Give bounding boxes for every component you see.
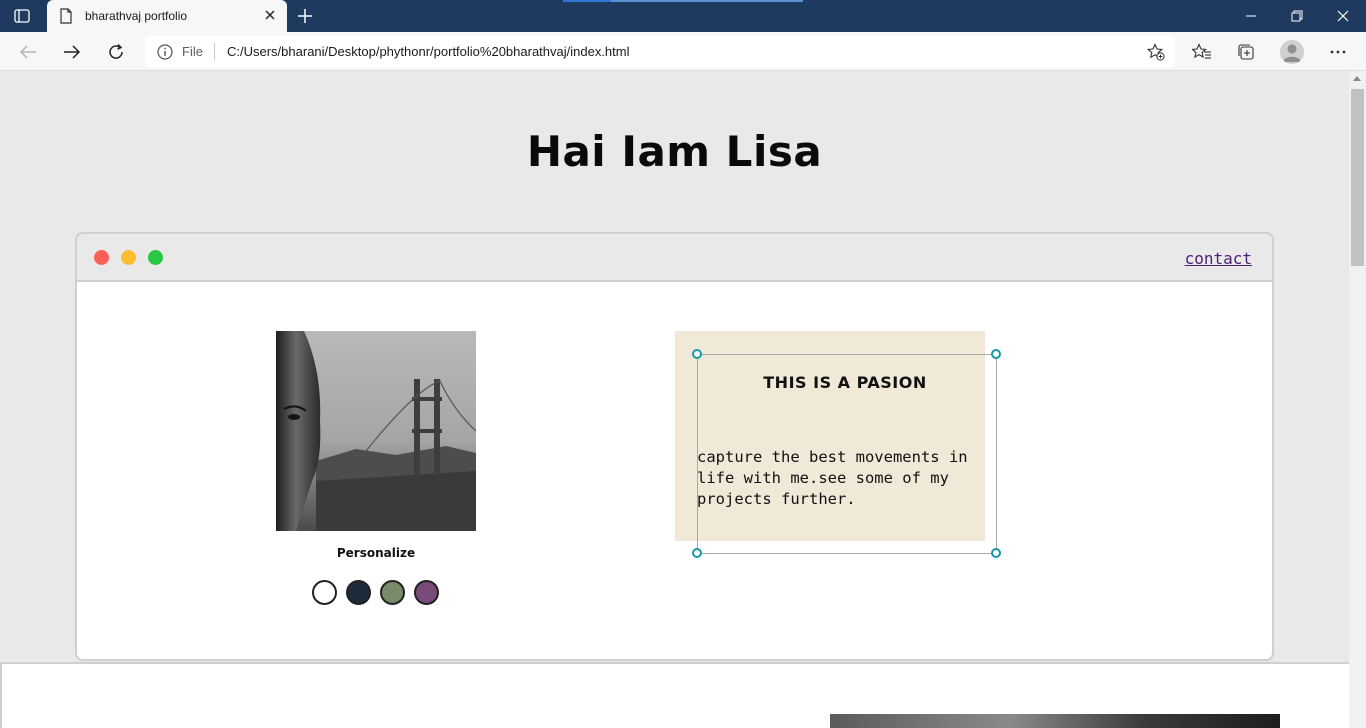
settings-more-button[interactable] (1326, 40, 1350, 64)
minimize-button[interactable] (1228, 0, 1274, 32)
green-dot-icon (148, 250, 163, 265)
user-icon (1283, 44, 1301, 62)
portrait-image (276, 331, 476, 531)
scroll-up-arrow-icon[interactable] (1353, 76, 1361, 81)
resize-handle-top-left[interactable] (692, 349, 702, 359)
address-divider (214, 43, 215, 60)
tab-actions-menu-button[interactable] (12, 7, 32, 25)
url-text[interactable]: C:/Users/bharani/Desktop/phythonr/portfo… (227, 44, 630, 59)
resize-handle-bottom-left[interactable] (692, 548, 702, 558)
window-header-bar: contact (77, 234, 1272, 282)
tab-actions-icon (14, 9, 30, 23)
swatch-plum[interactable] (414, 580, 439, 605)
tab-close-icon[interactable] (263, 8, 277, 22)
page-icon (60, 8, 72, 24)
forward-arrow-icon (64, 45, 81, 59)
browser-titlebar: bharathvaj portfolio (0, 0, 1366, 32)
color-swatch-group (312, 580, 442, 606)
intro-title: THIS IS A PASION (763, 373, 927, 392)
close-window-button[interactable] (1320, 0, 1366, 32)
personalize-label: Personalize (336, 546, 416, 560)
red-dot-icon (94, 250, 109, 265)
forward-button[interactable] (59, 39, 85, 65)
contact-link[interactable]: contact (1185, 249, 1252, 268)
close-icon (1337, 10, 1349, 22)
collections-button[interactable] (1234, 40, 1258, 64)
swatch-white[interactable] (312, 580, 337, 605)
restore-icon (1291, 10, 1303, 22)
intro-text: capture the best movements in life with … (697, 448, 968, 508)
browser-tab-active[interactable]: bharathvaj portfolio (47, 0, 287, 32)
tab-title: bharathvaj portfolio (85, 9, 188, 23)
swatch-sage[interactable] (380, 580, 405, 605)
back-arrow-icon (19, 45, 36, 59)
page-loading-indicator-head (563, 0, 611, 2)
refresh-button[interactable] (103, 39, 129, 65)
collections-icon (1238, 44, 1254, 60)
resize-handle-top-right[interactable] (991, 349, 1001, 359)
new-tab-icon[interactable] (295, 6, 315, 26)
add-favorite-star-icon[interactable] (1147, 43, 1165, 61)
favorites-button[interactable] (1190, 40, 1214, 64)
portfolio-window-card: contact Personalize THIS IS A PASION cap… (75, 232, 1274, 661)
profile-photo (276, 331, 476, 531)
site-scheme-label: File (182, 44, 203, 59)
more-dots-icon (1330, 50, 1346, 54)
next-section-image (830, 714, 1280, 728)
profile-avatar[interactable] (1280, 40, 1304, 64)
minimize-icon (1246, 15, 1256, 17)
swatch-navy[interactable] (346, 580, 371, 605)
scrollbar-thumb[interactable] (1351, 89, 1364, 266)
favorites-icon (1192, 43, 1211, 59)
back-button[interactable] (15, 39, 41, 65)
address-bar[interactable]: File C:/Users/bharani/Desktop/phythonr/p… (145, 36, 1175, 67)
refresh-icon (109, 43, 123, 59)
browser-toolbar: File C:/Users/bharani/Desktop/phythonr/p… (0, 32, 1366, 71)
page-heading: Hai Iam Lisa (526, 127, 823, 176)
info-icon[interactable] (157, 44, 173, 60)
yellow-dot-icon (121, 250, 136, 265)
restore-button[interactable] (1274, 0, 1320, 32)
resize-handle-bottom-right[interactable] (991, 548, 1001, 558)
